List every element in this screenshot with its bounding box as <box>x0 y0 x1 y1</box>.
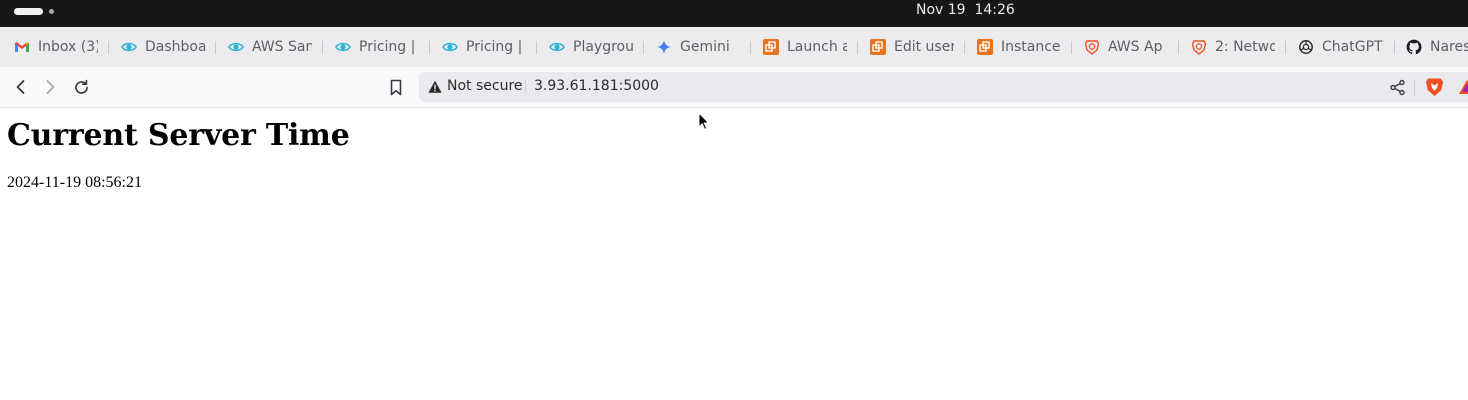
brave-shields-icon[interactable] <box>1425 77 1444 97</box>
aws-ec2-icon <box>977 39 993 55</box>
bookmark-playground[interactable]: Playgrou <box>549 27 633 67</box>
bookmark-divider <box>1071 41 1072 54</box>
reload-icon <box>74 79 88 94</box>
bookmark-label: 2: Netwo <box>1215 39 1275 55</box>
bookmark-divider <box>1394 41 1395 54</box>
bookmark-label: Dashboa <box>145 39 205 55</box>
bookmark-divider <box>964 41 965 54</box>
bookmark-label: ChatGPT <box>1322 39 1383 55</box>
server-time-value: 2024-11-19 08:56:21 <box>7 174 142 191</box>
warning-icon <box>428 80 442 93</box>
brave-q-icon <box>1191 40 1207 55</box>
forward-button[interactable] <box>38 75 62 99</box>
bookmark-label: Nares <box>1430 39 1468 55</box>
openai-icon <box>1299 40 1313 54</box>
aws-ec2-icon <box>763 39 779 55</box>
security-indicator[interactable]: Not secure <box>447 78 523 94</box>
gmail-icon <box>15 42 29 52</box>
bookmark-divider <box>857 41 858 54</box>
url-text[interactable]: 3.93.61.181:5000 <box>534 78 659 94</box>
bookmark-pricing-2[interactable]: Pricing | <box>442 27 526 67</box>
bookmark-label: Pricing | <box>359 39 416 55</box>
bookmark-divider <box>536 41 537 54</box>
toolbar-divider <box>1414 79 1415 96</box>
bookmark-chatgpt[interactable]: ChatGPT <box>1298 27 1393 67</box>
system-clock[interactable]: Nov 19 14:26 <box>916 2 1015 19</box>
reload-button[interactable] <box>69 75 93 99</box>
bookmark-instance[interactable]: Instance <box>977 27 1061 67</box>
bookmark-label: AWS San <box>252 39 312 55</box>
workspace-indicator-active[interactable] <box>14 8 43 15</box>
address-bar-divider <box>525 79 526 95</box>
mouse-cursor-icon <box>698 112 710 131</box>
brave-rewards-icon[interactable] <box>1458 79 1468 95</box>
bookmark-divider <box>1285 41 1286 54</box>
bookmark-inbox[interactable]: Inbox (3) <box>14 27 98 67</box>
bookmark-dashboard[interactable]: Dashboa <box>121 27 205 67</box>
bookmark-gemini[interactable]: Gemini <box>656 27 740 67</box>
system-top-bar: Nov 19 14:26 <box>0 0 1468 27</box>
github-icon <box>1406 39 1422 55</box>
bookmark-divider <box>215 41 216 54</box>
bookmark-label: Instance <box>1001 39 1061 55</box>
brave-q-icon <box>1084 40 1100 55</box>
eye-icon <box>549 42 565 52</box>
aws-ec2-icon <box>870 39 886 55</box>
bookmark-launch[interactable]: Launch a <box>763 27 847 67</box>
forward-arrow-icon <box>46 80 55 94</box>
bookmark-icon <box>390 79 402 95</box>
bookmark-page-button[interactable] <box>384 75 408 99</box>
back-arrow-icon <box>16 80 25 94</box>
page-title: Current Server Time <box>7 118 350 153</box>
bookmark-divider <box>322 41 323 54</box>
bookmark-divider <box>429 41 430 54</box>
bookmark-divider <box>750 41 751 54</box>
browser-toolbar: Not secure 3.93.61.181:5000 <box>0 67 1468 108</box>
bookmark-label: Inbox (3) <box>38 39 98 55</box>
bookmark-edit-user[interactable]: Edit user <box>870 27 954 67</box>
bookmark-label: Edit user <box>894 39 954 55</box>
bookmarks-bar: Inbox (3) Dashboa AWS San Pricing | Pric… <box>0 27 1468 67</box>
eye-icon <box>335 42 351 52</box>
bookmark-label: AWS Ap <box>1108 39 1163 55</box>
bookmark-label: Playgrou <box>573 39 633 55</box>
bookmark-label: Launch a <box>787 39 847 55</box>
bookmark-label: Pricing | <box>466 39 523 55</box>
bookmark-network[interactable]: 2: Netwo <box>1191 27 1275 67</box>
bookmark-github[interactable]: Nares <box>1406 27 1468 67</box>
bookmark-aws-sandbox[interactable]: AWS San <box>228 27 312 67</box>
bookmark-divider <box>1178 41 1179 54</box>
share-icon[interactable] <box>1389 79 1406 96</box>
eye-icon <box>228 42 244 52</box>
address-bar[interactable]: Not secure 3.93.61.181:5000 <box>419 72 1468 102</box>
bookmark-divider <box>643 41 644 54</box>
workspace-indicator-dot[interactable] <box>49 9 54 14</box>
bookmark-divider <box>108 41 109 54</box>
eye-icon <box>121 42 137 52</box>
eye-icon <box>442 42 458 52</box>
bookmark-label: Gemini <box>680 39 730 55</box>
gemini-icon <box>657 40 671 54</box>
bookmark-pricing-1[interactable]: Pricing | <box>335 27 419 67</box>
page-content: Current Server Time 2024-11-19 08:56:21 <box>0 108 1468 400</box>
back-button[interactable] <box>9 75 33 99</box>
bookmark-aws-app[interactable]: AWS Ap <box>1084 27 1168 67</box>
